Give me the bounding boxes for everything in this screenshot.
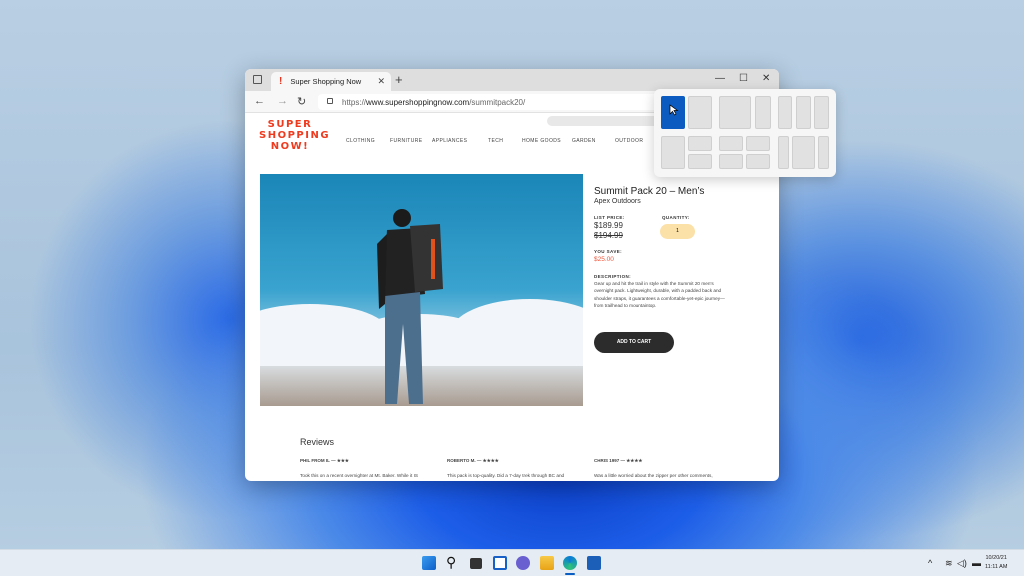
old-price: $194.99: [594, 231, 623, 240]
quantity-label: QUANTITY:: [662, 215, 690, 220]
site-search-input[interactable]: [547, 116, 667, 126]
url-domain: www.supershoppingnow.com: [366, 97, 470, 107]
description-text: Gear up and hit the trail in style with …: [594, 281, 725, 308]
minimize-button[interactable]: —: [715, 73, 725, 84]
favicon-icon: !: [279, 76, 283, 87]
you-save-label: YOU SAVE:: [594, 249, 623, 254]
save-amount: $25.00: [594, 256, 614, 263]
review-text: Took this on a recent overnighter at Mt.…: [300, 473, 419, 478]
hiker-figure: [377, 209, 443, 404]
menu-home-goods[interactable]: HOME GOODS: [522, 138, 561, 144]
search-icon[interactable]: ⚲: [446, 555, 460, 570]
snap-zone-center[interactable]: [792, 136, 815, 169]
snap-zone-third-2[interactable]: [796, 96, 811, 129]
menu-tech[interactable]: TECH: [488, 138, 503, 144]
task-view-icon[interactable]: [470, 558, 482, 569]
maximize-button[interactable]: ☐: [739, 73, 748, 84]
close-button[interactable]: ✕: [762, 73, 770, 84]
widgets-icon[interactable]: [493, 556, 507, 570]
snap-zone-half-left[interactable]: [661, 96, 685, 129]
time: 11:11 AM: [985, 564, 1008, 570]
review-author: PHIL FROM IL — ★★★: [300, 458, 349, 463]
chat-icon[interactable]: [516, 556, 530, 570]
snap-zone-top-right[interactable]: [688, 136, 712, 151]
tab-bar: ! Super Shopping Now ✕ + — ☐ ✕: [245, 69, 779, 91]
price: $189.99: [594, 221, 623, 230]
lock-icon: [327, 98, 333, 104]
active-app-indicator: [565, 573, 575, 575]
back-button[interactable]: ←: [254, 95, 265, 107]
chevron-up-icon[interactable]: ^: [928, 558, 932, 568]
snap-zone-narrow-right[interactable]: [755, 96, 771, 129]
snap-zone-half-right[interactable]: [688, 96, 712, 129]
menu-appliances[interactable]: APPLIANCES: [432, 138, 467, 144]
forward-button[interactable]: →: [277, 95, 288, 107]
review-text: This pack is top-quality. Did a 7-day tr…: [447, 473, 565, 478]
file-explorer-icon[interactable]: [540, 556, 554, 570]
refresh-button[interactable]: ↻: [297, 95, 306, 108]
battery-icon[interactable]: ▬: [972, 558, 981, 568]
snap-zone-wide-left[interactable]: [719, 96, 751, 129]
new-tab-button[interactable]: +: [395, 72, 403, 87]
reviews-heading: Reviews: [300, 437, 335, 447]
tab-super-shopping-now[interactable]: ! Super Shopping Now ✕: [271, 72, 391, 91]
product-title: Summit Pack 20 – Men’s: [594, 186, 705, 197]
snap-zone-quad-2[interactable]: [746, 136, 770, 151]
url-prefix: https://: [342, 97, 367, 107]
cursor-icon: [669, 104, 679, 116]
snap-zone-side-right[interactable]: [818, 136, 829, 169]
quantity-input[interactable]: 1: [660, 224, 695, 239]
review-author: CHRIS 1997 — ★★★★: [594, 458, 643, 463]
site-logo[interactable]: SUPER SHOPPING NOW!: [259, 119, 329, 152]
snap-zone-quad-4[interactable]: [746, 154, 770, 169]
menu-outdoor[interactable]: OUTDOOR: [615, 138, 643, 144]
url-input[interactable]: https://www.supershoppingnow.com/summitp…: [318, 94, 678, 110]
tab-title: Super Shopping Now: [290, 77, 362, 86]
description-label: DESCRIPTION:: [594, 274, 632, 279]
review-text: Was a little worried about the zipper pe…: [594, 473, 713, 478]
snap-layouts-flyout: [654, 89, 836, 177]
snap-zone-quad-3[interactable]: [719, 154, 743, 169]
snap-zone-side-left[interactable]: [778, 136, 789, 169]
wifi-icon[interactable]: ≋: [945, 558, 953, 569]
date: 10/20/21: [985, 555, 1007, 561]
volume-icon[interactable]: ◁): [957, 558, 967, 569]
menu-clothing[interactable]: CLOTHING: [346, 138, 375, 144]
product-brand[interactable]: Apex Outdoors: [594, 198, 641, 205]
snap-zone-bottom-right[interactable]: [688, 154, 712, 169]
tab-actions-icon[interactable]: [253, 75, 262, 84]
add-to-cart-button[interactable]: ADD TO CART: [594, 332, 674, 353]
edge-icon[interactable]: [563, 556, 577, 570]
product-image: [260, 174, 583, 406]
close-tab-icon[interactable]: ✕: [377, 76, 385, 87]
url-path: /summitpack20/: [469, 97, 526, 107]
snap-zone-quad-1[interactable]: [719, 136, 743, 151]
store-icon[interactable]: [587, 556, 601, 570]
snap-zone-third-1[interactable]: [778, 96, 792, 129]
clock[interactable]: 10/20/21 11:11 AM: [985, 554, 1007, 572]
taskbar: ⚲ ^ ≋ ◁) ▬ 10/20/21 11:11 AM: [0, 549, 1024, 576]
menu-garden[interactable]: GARDEN: [572, 138, 596, 144]
menu-furniture[interactable]: FURNITURE: [390, 138, 423, 144]
snap-zone-third-3[interactable]: [814, 96, 829, 129]
review-author: ROBERTO M. — ★★★★: [447, 458, 499, 463]
snap-zone-left[interactable]: [661, 136, 685, 169]
start-icon[interactable]: [422, 556, 436, 570]
list-price-label: LIST PRICE:: [594, 215, 625, 220]
